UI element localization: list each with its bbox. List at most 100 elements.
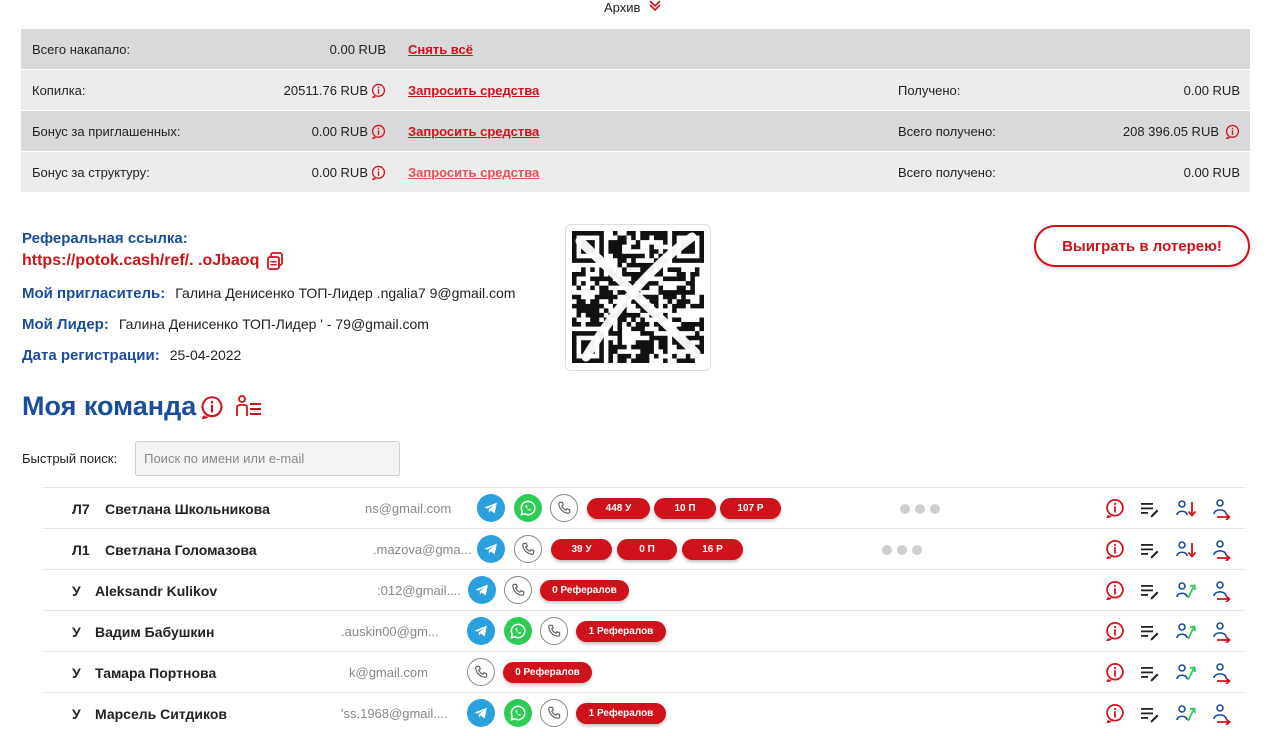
referral-info: Реферальная ссылка: https://potok.cash/r… <box>22 230 515 364</box>
edit-list-icon[interactable] <box>1139 539 1161 561</box>
info-icon[interactable] <box>1105 539 1125 559</box>
phone-icon[interactable] <box>504 576 532 604</box>
member-email: .auskin00@gm... <box>341 624 439 639</box>
qr-code-image <box>572 231 705 364</box>
telegram-icon[interactable] <box>477 535 505 563</box>
row-actions <box>1105 580 1233 602</box>
registration-label: Дата регистрации: <box>22 347 160 364</box>
phone-icon[interactable] <box>550 494 578 522</box>
telegram-icon[interactable] <box>467 699 495 727</box>
info-icon[interactable] <box>1105 703 1125 723</box>
row-actions <box>1105 539 1233 561</box>
whatsapp-icon[interactable] <box>504 617 532 645</box>
telegram-icon[interactable] <box>477 494 505 522</box>
loading-dots <box>900 504 940 514</box>
referral-link[interactable]: https://potok.cash/ref/. .oJbaoq <box>22 252 259 270</box>
edit-list-icon[interactable] <box>1139 662 1161 684</box>
user-move-icon[interactable] <box>1211 621 1233 643</box>
referrals-badge: 0 Рефералов <box>503 662 592 683</box>
info-icon[interactable] <box>1105 621 1125 641</box>
member-name: Вадим Бабушкин <box>95 624 215 640</box>
total-received-value: 0.00 RUB <box>1183 165 1240 180</box>
info-icon[interactable] <box>1105 498 1125 518</box>
row-actions <box>1105 662 1233 684</box>
request-funds-link[interactable]: Запросить средства <box>408 83 539 98</box>
phone-icon[interactable] <box>540 699 568 727</box>
user-move-icon[interactable] <box>1211 662 1233 684</box>
copy-icon[interactable] <box>265 251 285 271</box>
team-header: Моя команда <box>22 391 264 422</box>
info-icon[interactable] <box>200 395 224 419</box>
team-title: Моя команда <box>22 391 197 421</box>
info-icon[interactable] <box>371 83 386 98</box>
total-received-label: Всего получено: <box>898 124 996 139</box>
team-list-icon[interactable] <box>234 394 264 420</box>
referrals-badge: 1 Рефералов <box>576 703 666 724</box>
user-move-icon[interactable] <box>1211 539 1233 561</box>
whatsapp-icon[interactable] <box>504 699 532 727</box>
team-row[interactable]: У Aleksandr Kulikov :012@gmail.... 0 Реф… <box>43 569 1245 610</box>
phone-icon[interactable] <box>467 658 495 686</box>
info-icon[interactable] <box>1225 124 1240 139</box>
balance-value: 0.00 RUB <box>312 124 386 139</box>
team-row[interactable]: Л7 Светлана Школьникова ns@gmail.com 448… <box>43 487 1245 528</box>
team-row[interactable]: У Вадим Бабушкин .auskin00@gm... 1 Рефер… <box>43 610 1245 651</box>
team-row[interactable]: Л1 Светлана Голомазова .mazova@gma... 39… <box>43 528 1245 569</box>
balance-label: Бонус за приглашенных: <box>32 124 181 139</box>
leader-value: Галина Денисенко ТОП-Лидер ' - 79@gmail.… <box>118 316 429 332</box>
user-up-icon[interactable] <box>1175 662 1197 684</box>
user-move-icon[interactable] <box>1211 703 1233 725</box>
user-up-icon[interactable] <box>1175 703 1197 725</box>
telegram-icon[interactable] <box>468 576 496 604</box>
telegram-icon[interactable] <box>467 617 495 645</box>
member-email: k@gmail.com <box>349 665 428 680</box>
team-row[interactable]: У Тамара Портнова k@gmail.com 0 Реферало… <box>43 651 1245 692</box>
info-icon[interactable] <box>1105 662 1125 682</box>
member-level: Л7 <box>72 501 90 517</box>
user-down-icon[interactable] <box>1175 539 1197 561</box>
received-label: Получено: <box>898 83 961 98</box>
request-funds-link[interactable]: Запросить средства <box>408 165 539 180</box>
member-name: Светлана Школьникова <box>105 501 270 517</box>
team-list: Л7 Светлана Школьникова ns@gmail.com 448… <box>43 487 1245 733</box>
edit-list-icon[interactable] <box>1139 580 1161 602</box>
referrals-badge: 1 Рефералов <box>576 621 666 642</box>
row-actions <box>1105 621 1233 643</box>
balance-table: Всего накапало: 0.00 RUB Снять всё Копил… <box>21 29 1250 193</box>
referral-link-row: https://potok.cash/ref/. .oJbaoq <box>22 251 515 271</box>
referrals-badge: 0 Рефералов <box>540 580 629 601</box>
user-up-icon[interactable] <box>1175 580 1197 602</box>
balance-amount: 0.00 RUB <box>311 124 368 139</box>
user-move-icon[interactable] <box>1211 580 1233 602</box>
edit-list-icon[interactable] <box>1139 498 1161 520</box>
member-level: У <box>72 706 81 722</box>
user-down-icon[interactable] <box>1175 498 1197 520</box>
search-input[interactable] <box>135 441 401 476</box>
phone-icon[interactable] <box>514 535 542 563</box>
edit-list-icon[interactable] <box>1139 621 1161 643</box>
whatsapp-icon[interactable] <box>514 494 542 522</box>
team-row[interactable]: У Марсель Ситдиков 'ss.1968@gmail.... 1 … <box>43 692 1245 733</box>
info-icon[interactable] <box>1105 580 1125 600</box>
stat-badge: 448 У <box>587 498 650 519</box>
lottery-button[interactable]: Выиграть в лотерею! <box>1034 225 1250 267</box>
archive-label: Архив <box>604 0 641 15</box>
request-funds-link[interactable]: Запросить средства <box>408 124 539 139</box>
info-icon[interactable] <box>371 124 386 139</box>
total-received-label: Всего получено: <box>898 165 996 180</box>
registration-row: Дата регистрации: 25-04-2022 <box>22 347 515 364</box>
archive-toggle[interactable]: Архив <box>604 0 662 15</box>
balance-value: 0.00 RUB <box>329 42 386 57</box>
user-move-icon[interactable] <box>1211 498 1233 520</box>
withdraw-all-link[interactable]: Снять всё <box>408 42 473 57</box>
inviter-row: Мой пригласитель: Галина Денисенко ТОП-Л… <box>22 285 515 302</box>
user-up-icon[interactable] <box>1175 621 1197 643</box>
member-name: Светлана Голомазова <box>105 542 257 558</box>
total-received-amount: 208 396.05 RUB <box>1122 124 1219 139</box>
info-icon[interactable] <box>371 165 386 180</box>
edit-list-icon[interactable] <box>1139 703 1161 725</box>
balance-row-structure-bonus: Бонус за структуру: 0.00 RUB Запросить с… <box>21 152 1250 192</box>
member-email: :012@gmail.... <box>377 583 462 598</box>
phone-icon[interactable] <box>540 617 568 645</box>
chevron-down-icon <box>648 0 662 14</box>
